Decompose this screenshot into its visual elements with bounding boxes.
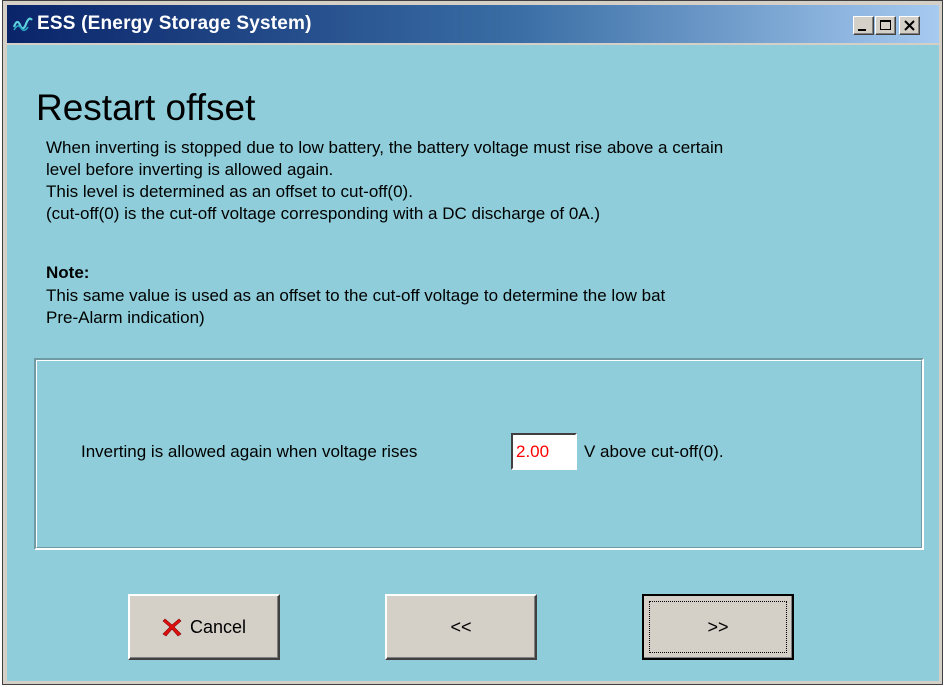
- page-title: Restart offset: [36, 87, 256, 128]
- focus-rectangle: [649, 601, 787, 653]
- minimize-icon: [858, 29, 866, 31]
- note-label: Note:: [46, 263, 90, 282]
- next-button[interactable]: >>: [642, 594, 794, 660]
- setting-prefix-label: Inverting is allowed again when voltage …: [81, 442, 418, 461]
- back-button[interactable]: <<: [385, 594, 537, 660]
- victron-app-icon: [12, 15, 33, 33]
- cancel-button-label: Cancel: [189, 616, 247, 637]
- close-button[interactable]: [899, 16, 920, 35]
- cancel-x-icon: [162, 618, 182, 637]
- description-line-1: When inverting is stopped due to low bat…: [46, 138, 724, 157]
- title-bar[interactable]: ESS (Energy Storage System): [7, 5, 939, 43]
- description-line-3: This level is determined as an offset to…: [46, 182, 413, 201]
- note-line-2: Pre-Alarm indication): [46, 308, 205, 327]
- minimize-button[interactable]: [853, 16, 874, 35]
- ess-window: ESS (Energy Storage System) Restart offs…: [2, 0, 943, 685]
- description-line-2: level before inverting is allowed again.: [46, 160, 334, 179]
- maximize-button[interactable]: [875, 16, 896, 35]
- setting-suffix-label: V above cut-off(0).: [584, 442, 724, 461]
- window-title: ESS (Energy Storage System): [37, 13, 312, 34]
- close-icon: [904, 20, 915, 31]
- back-button-label: <<: [450, 616, 472, 637]
- note-line-1: This same value is used as an offset to …: [46, 286, 666, 305]
- cancel-button[interactable]: Cancel: [128, 594, 280, 660]
- description-line-4: (cut-off(0) is the cut-off voltage corre…: [46, 204, 601, 223]
- maximize-icon: [880, 20, 891, 30]
- restart-offset-input[interactable]: [511, 433, 577, 470]
